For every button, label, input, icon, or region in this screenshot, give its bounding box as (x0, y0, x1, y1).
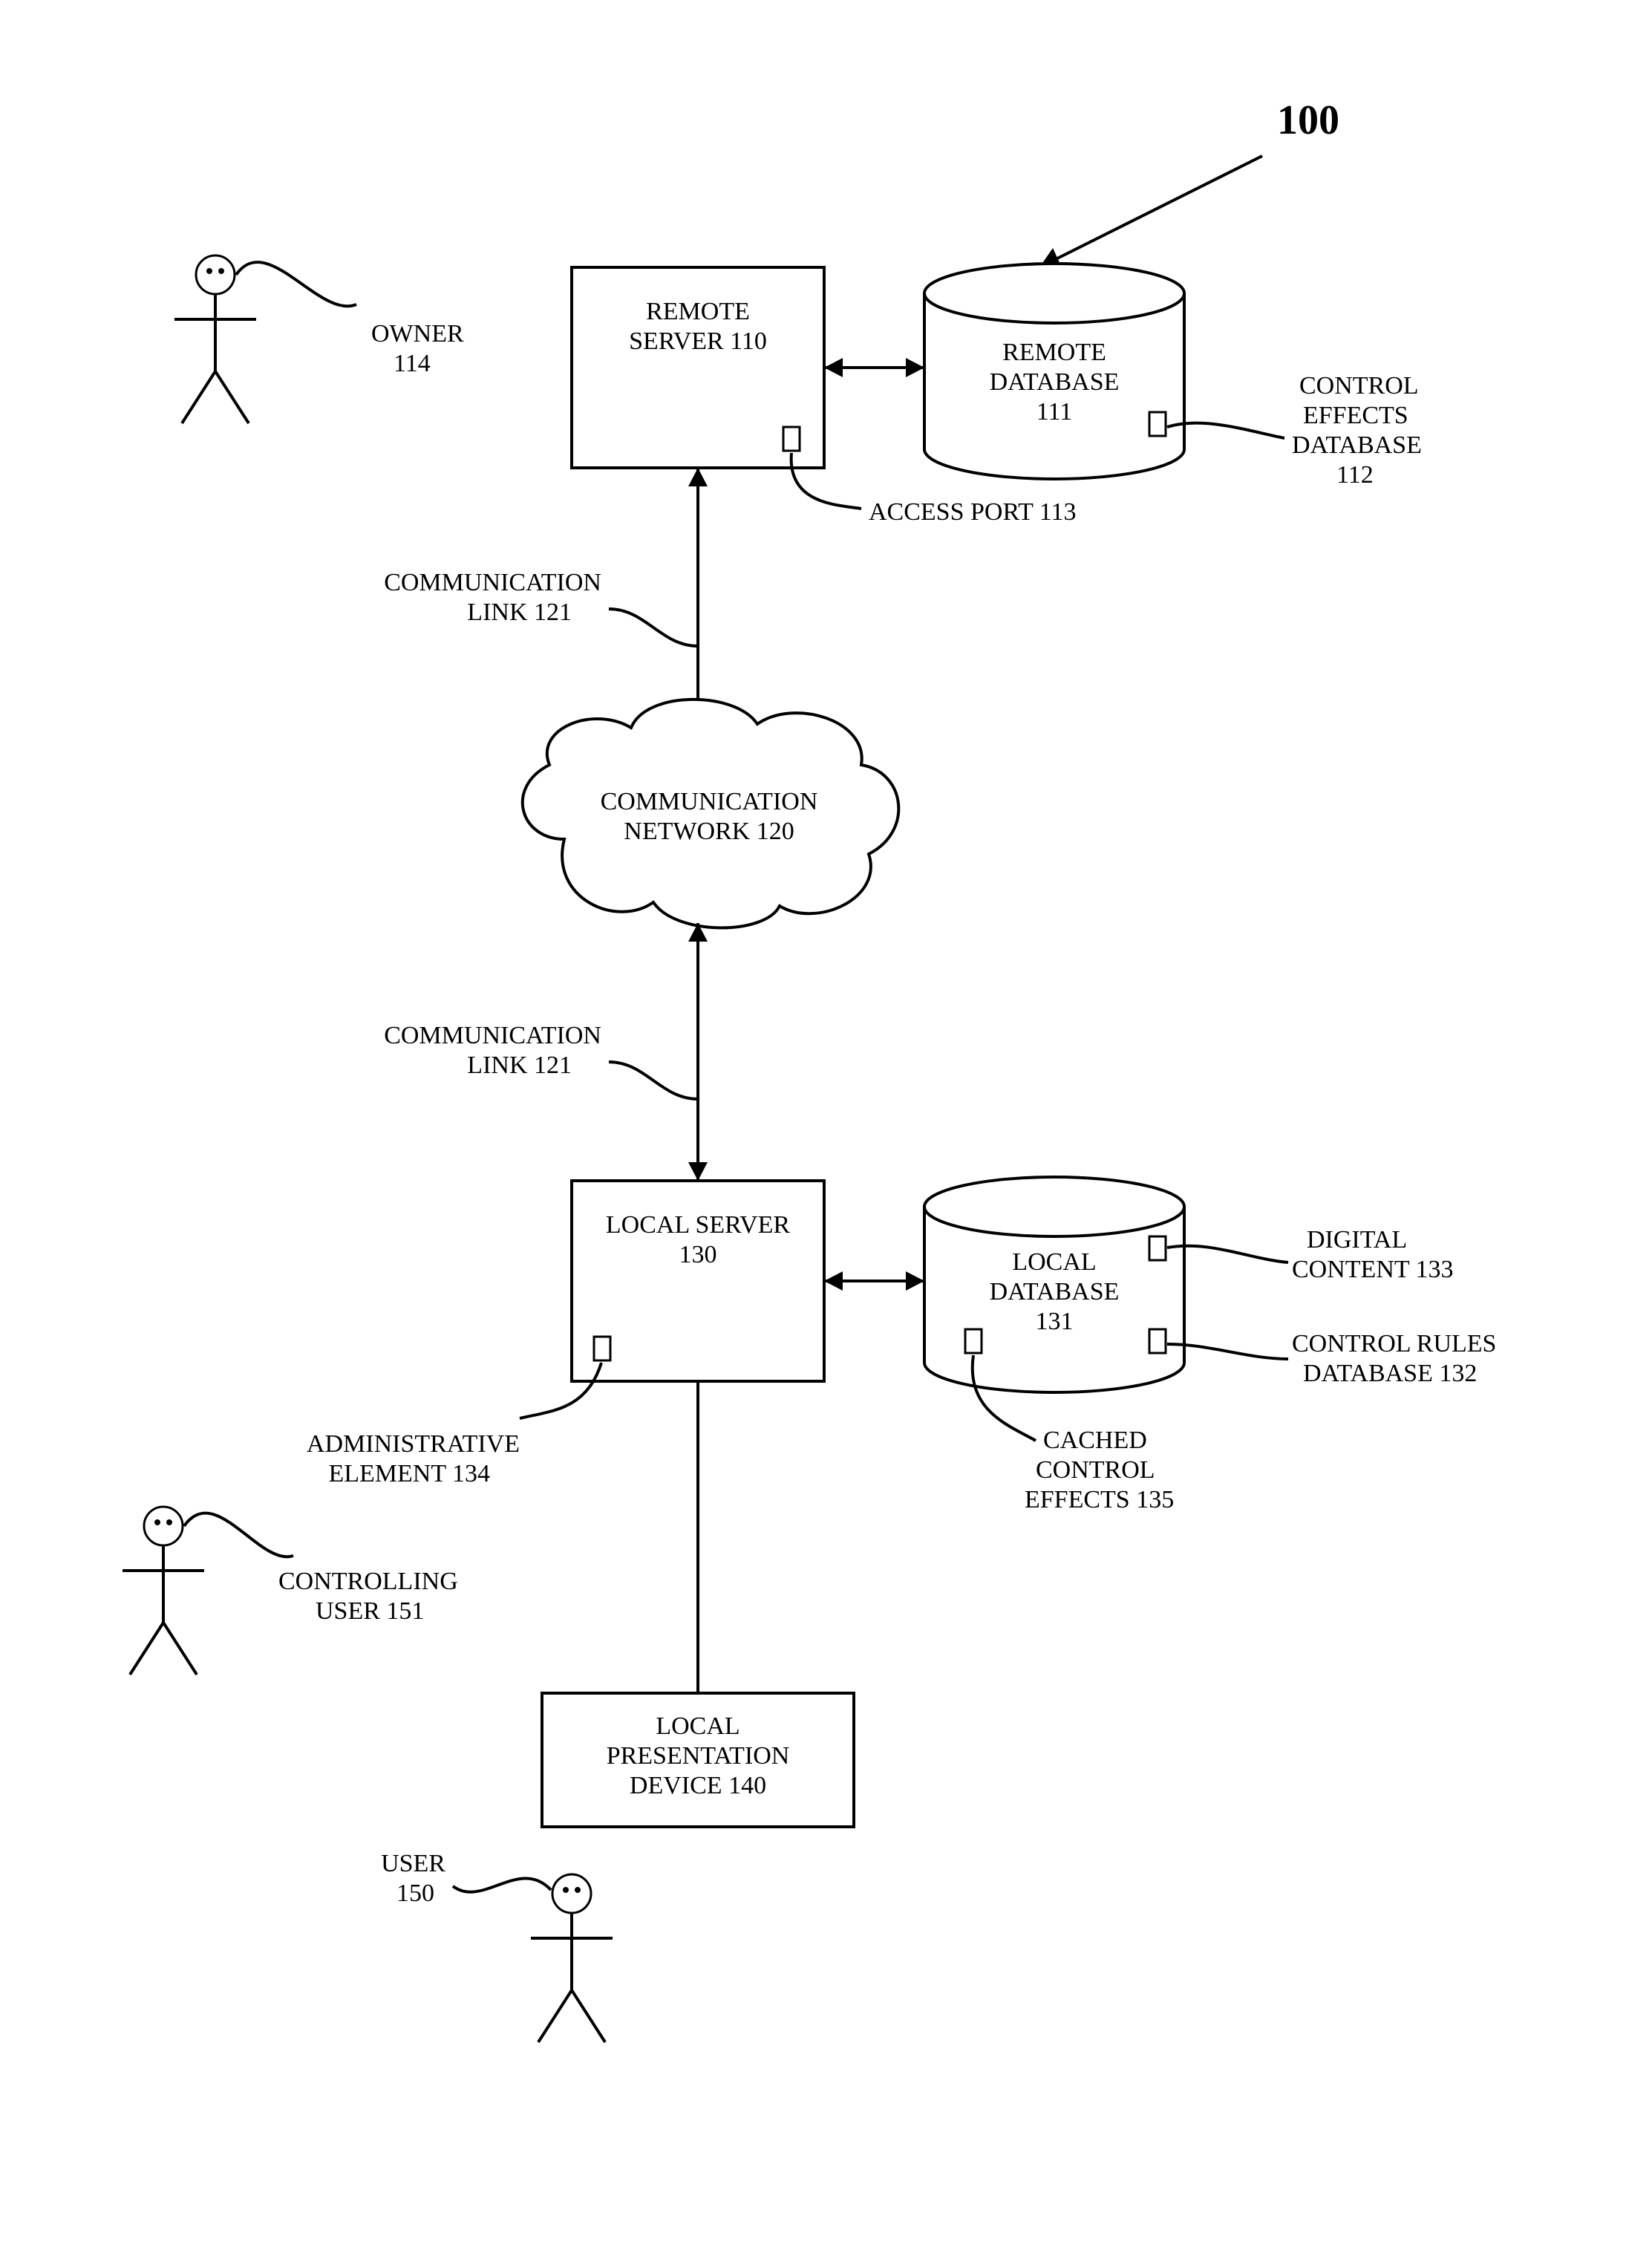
svg-text:COMMUNICATION: COMMUNICATION (384, 569, 601, 596)
control-rules-marker (1149, 1329, 1166, 1353)
svg-text:OWNER: OWNER (371, 320, 464, 348)
communication-network-cloud: COMMUNICATION NETWORK 120 (523, 700, 899, 928)
owner-figure (174, 255, 256, 423)
svg-text:CONTROL: CONTROL (1299, 372, 1419, 400)
svg-text:USER: USER (381, 1850, 445, 1877)
svg-text:NETWORK 120: NETWORK 120 (624, 818, 794, 845)
remote-database: REMOTE DATABASE 111 (924, 264, 1184, 479)
svg-text:112: 112 (1336, 461, 1374, 489)
svg-text:EFFECTS: EFFECTS (1303, 402, 1408, 429)
svg-text:REMOTE: REMOTE (1002, 339, 1106, 366)
svg-text:CACHED: CACHED (1043, 1427, 1147, 1454)
arrow-local-server-db (824, 1271, 924, 1291)
arrow-remote-server-db (824, 358, 924, 377)
digital-content-marker (1149, 1236, 1166, 1260)
access-port-marker (783, 427, 800, 451)
admin-element-marker (594, 1337, 610, 1360)
control-effects-db-label: CONTROL EFFECTS DATABASE 112 (1167, 372, 1422, 489)
svg-text:USER 151: USER 151 (316, 1597, 424, 1625)
svg-text:ELEMENT 134: ELEMENT 134 (328, 1460, 490, 1487)
svg-text:DEVICE 140: DEVICE 140 (630, 1772, 766, 1799)
svg-text:ADMINISTRATIVE: ADMINISTRATIVE (307, 1430, 520, 1458)
svg-text:100: 100 (1277, 97, 1339, 143)
svg-text:COMMUNICATION: COMMUNICATION (601, 788, 818, 815)
user-leader (453, 1878, 551, 1891)
cached-effects-marker (965, 1329, 982, 1353)
svg-text:DATABASE: DATABASE (1292, 431, 1422, 459)
svg-text:LINK 121: LINK 121 (467, 599, 572, 626)
svg-text:PRESENTATION: PRESENTATION (607, 1742, 790, 1770)
svg-text:131: 131 (1036, 1308, 1074, 1335)
controlling-user-label: CONTROLLING USER 151 (278, 1568, 458, 1625)
svg-text:DIGITAL: DIGITAL (1307, 1226, 1407, 1254)
remote-server: REMOTE SERVER 110 (572, 267, 824, 468)
svg-text:130: 130 (679, 1241, 717, 1268)
svg-text:CONTENT 133: CONTENT 133 (1292, 1256, 1454, 1283)
svg-text:150: 150 (396, 1880, 434, 1907)
svg-text:CONTROL: CONTROL (1036, 1456, 1155, 1484)
control-effects-db-marker (1149, 412, 1166, 436)
figure-reference: 100 (1039, 97, 1339, 267)
svg-text:114: 114 (394, 350, 431, 377)
comm-link-upper-label: COMMUNICATION LINK 121 (384, 569, 698, 646)
comm-link-lower-label: COMMUNICATION LINK 121 (384, 1022, 698, 1099)
controlling-user-leader (184, 1513, 293, 1557)
control-rules-db-label: CONTROL RULES DATABASE 132 (1167, 1330, 1496, 1387)
svg-text:REMOTE: REMOTE (646, 298, 750, 325)
local-database: LOCAL DATABASE 131 (924, 1177, 1184, 1392)
admin-element-label: ADMINISTRATIVE ELEMENT 134 (307, 1363, 601, 1487)
svg-text:CONTROL RULES: CONTROL RULES (1292, 1330, 1496, 1357)
owner-label: OWNER 114 (371, 320, 464, 377)
svg-text:DATABASE 132: DATABASE 132 (1303, 1360, 1477, 1387)
svg-text:DATABASE: DATABASE (990, 1278, 1120, 1305)
svg-text:COMMUNICATION: COMMUNICATION (384, 1022, 601, 1049)
svg-text:ACCESS PORT 113: ACCESS PORT 113 (869, 498, 1077, 526)
svg-text:EFFECTS 135: EFFECTS 135 (1025, 1486, 1174, 1513)
svg-text:111: 111 (1036, 398, 1072, 426)
controlling-user-figure (123, 1507, 204, 1675)
svg-text:SERVER 110: SERVER 110 (629, 327, 767, 355)
arrow-server-cloud (688, 468, 708, 728)
svg-text:CONTROLLING: CONTROLLING (278, 1568, 458, 1595)
svg-text:DATABASE: DATABASE (990, 368, 1120, 396)
svg-text:LOCAL: LOCAL (656, 1712, 740, 1740)
user-label: USER 150 (381, 1850, 445, 1907)
local-presentation-device: LOCAL PRESENTATION DEVICE 140 (542, 1693, 854, 1827)
owner-leader (236, 262, 356, 306)
user-figure (531, 1874, 613, 2042)
svg-text:LOCAL SERVER: LOCAL SERVER (606, 1211, 791, 1239)
local-server: LOCAL SERVER 130 (572, 1181, 824, 1381)
svg-text:LINK 121: LINK 121 (467, 1052, 572, 1079)
digital-content-label: DIGITAL CONTENT 133 (1167, 1226, 1454, 1283)
arrow-cloud-local (688, 923, 708, 1181)
svg-text:LOCAL: LOCAL (1012, 1248, 1096, 1276)
